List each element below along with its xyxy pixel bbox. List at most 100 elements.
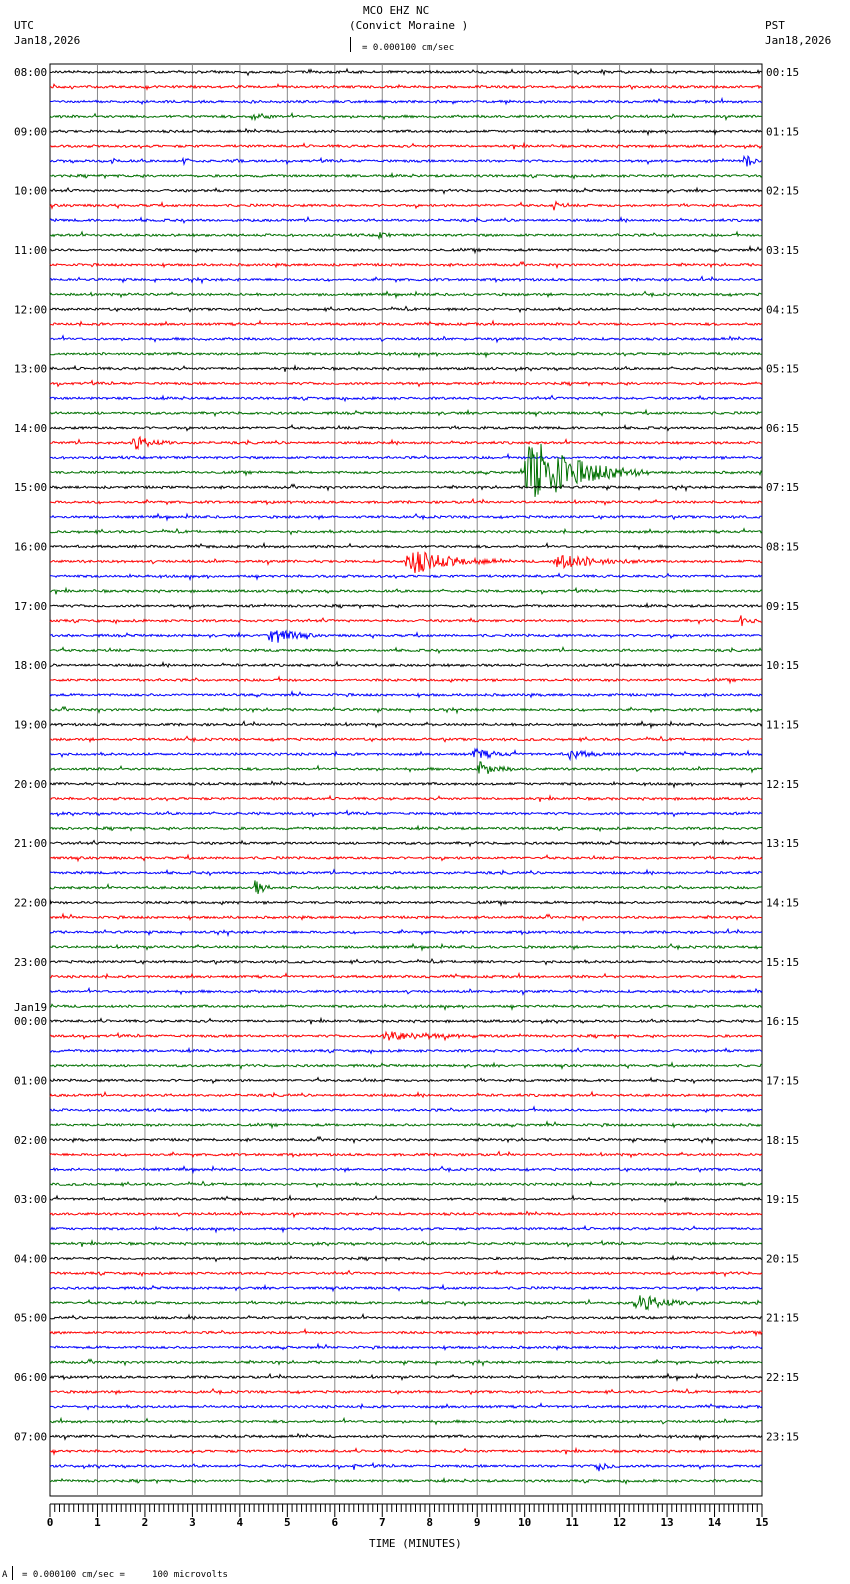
seismic-trace (49, 245, 763, 255)
seismic-trace (49, 1239, 763, 1248)
seismic-trace (49, 512, 762, 522)
pst-hour-label: 11:15 (766, 719, 799, 732)
pst-hour-label: 09:15 (766, 600, 799, 613)
utc-hour-label: 12:00 (14, 303, 47, 316)
seismic-trace (49, 942, 763, 952)
utc-hour-label: 00:00 (14, 1015, 47, 1028)
seismic-trace (49, 927, 763, 938)
seismic-trace (49, 1180, 763, 1189)
seismic-trace (49, 1105, 763, 1114)
seismic-trace (49, 1224, 763, 1234)
pst-hour-label: 01:15 (766, 125, 799, 138)
x-tick-label: 9 (474, 1516, 481, 1529)
seismic-trace (49, 809, 763, 818)
pst-hour-label: 03:15 (766, 244, 799, 257)
x-tick-label: 15 (755, 1516, 768, 1529)
seismic-trace (49, 1254, 763, 1263)
x-tick-label: 5 (284, 1516, 291, 1529)
x-tick-label: 0 (47, 1516, 54, 1529)
seismic-trace (49, 1358, 763, 1368)
utc-hour-label: 08:00 (14, 66, 47, 79)
seismic-trace (49, 290, 763, 300)
pst-hour-label: 12:15 (766, 778, 799, 791)
pst-hour-label: 19:15 (766, 1193, 799, 1206)
seismic-trace (50, 435, 762, 451)
utc-hour-label: 17:00 (14, 600, 47, 613)
seismic-trace (49, 629, 763, 643)
seismic-trace (49, 912, 763, 922)
utc-hour-label: 06:00 (14, 1371, 47, 1384)
pst-hour-label: 04:15 (766, 303, 799, 316)
seismic-trace (49, 899, 763, 907)
seismic-trace (49, 1294, 763, 1311)
utc-hour-label: 11:00 (14, 244, 47, 257)
x-tick-label: 8 (426, 1516, 433, 1529)
seismic-trace (49, 1046, 763, 1055)
seismic-trace (49, 1372, 763, 1382)
utc-hour-label: 18:00 (14, 659, 47, 672)
seismic-trace (49, 230, 763, 241)
seismic-trace (49, 1387, 763, 1396)
seismic-trace (49, 141, 763, 150)
utc-hour-label: 01:00 (14, 1074, 47, 1087)
seismic-trace (49, 1477, 763, 1485)
seismic-trace (49, 615, 763, 627)
seismic-trace (49, 260, 763, 270)
seismic-trace (49, 67, 763, 77)
seismic-trace (49, 111, 762, 122)
seismic-trace (49, 200, 763, 211)
pst-hour-label: 08:15 (766, 541, 799, 554)
pst-hour-label: 15:15 (766, 956, 799, 969)
date-change-label: Jan19 (14, 1001, 47, 1014)
x-tick-label: 1 (94, 1516, 101, 1529)
seismic-trace (49, 1135, 763, 1145)
seismic-trace (49, 705, 763, 715)
helicorder-chart: MCO EHZ NC (Convict Moraine ) UTC Jan18,… (0, 0, 850, 1584)
utc-hour-label: 22:00 (14, 896, 47, 909)
seismic-trace (49, 1090, 763, 1099)
pst-hour-label: 07:15 (766, 481, 799, 494)
seismic-trace (49, 154, 763, 167)
x-tick-label: 10 (518, 1516, 531, 1529)
seismic-trace (49, 735, 763, 744)
pst-hour-label: 02:15 (766, 185, 799, 198)
seismic-trace (49, 1194, 763, 1203)
seismic-trace (49, 1269, 763, 1278)
utc-hour-label: 15:00 (14, 481, 47, 494)
pst-hour-label: 16:15 (766, 1015, 799, 1028)
seismic-trace (49, 645, 763, 655)
seismic-trace (49, 483, 763, 493)
seismic-trace (49, 1327, 763, 1338)
seismic-trace (50, 1312, 763, 1321)
seismic-trace (49, 660, 763, 669)
seismic-trace (49, 572, 763, 582)
pst-hour-label: 05:15 (766, 363, 799, 376)
seismic-trace (49, 1150, 763, 1159)
pst-hour-label: 00:15 (766, 66, 799, 79)
utc-hour-label: 14:00 (14, 422, 47, 435)
seismogram-plot: 08:00 09:00 10:00 11:00 12:00 13:00 14:00 15:00… (14, 63, 799, 1529)
x-tick-label: 3 (189, 1516, 196, 1529)
utc-hour-label: 02:00 (14, 1134, 47, 1147)
seismic-trace (49, 601, 763, 610)
pst-hour-label: 17:15 (766, 1074, 799, 1087)
utc-hour-label: 04:00 (14, 1252, 47, 1265)
seismic-trace (49, 720, 763, 730)
seismic-trace (49, 364, 763, 372)
seismic-trace (49, 1446, 763, 1456)
seismic-trace (49, 794, 763, 802)
seismic-trace (50, 853, 763, 863)
x-tick-label: 12 (613, 1516, 626, 1529)
pst-hour-label: 23:15 (766, 1430, 799, 1443)
seismic-trace (49, 452, 763, 461)
seismic-trace (49, 958, 763, 966)
seismic-trace (49, 1210, 763, 1219)
x-tick-label: 14 (708, 1516, 722, 1529)
pst-hour-label: 14:15 (766, 896, 799, 909)
pst-hour-label: 06:15 (766, 422, 799, 435)
seismic-trace (49, 305, 763, 314)
seismic-trace (49, 423, 763, 432)
x-tick-label: 4 (237, 1516, 244, 1529)
pst-hour-label: 13:15 (766, 837, 799, 850)
pst-hour-label: 22:15 (766, 1371, 799, 1384)
